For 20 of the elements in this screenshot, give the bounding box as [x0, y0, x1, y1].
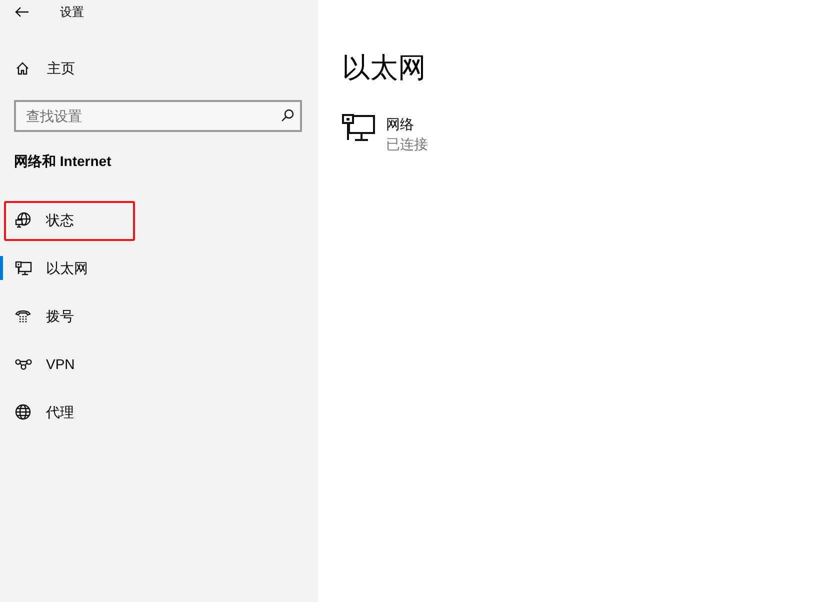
nav-item[interactable]: 以太网	[0, 244, 318, 292]
network-item[interactable]: 网络 已连接	[342, 114, 428, 154]
page-title: 以太网	[342, 51, 427, 85]
search-field[interactable]: 查找设置	[14, 100, 302, 132]
globe-monitor-icon	[15, 212, 31, 228]
ethernet-monitor-icon	[14, 260, 32, 276]
search-icon	[281, 109, 294, 122]
section-title: 网络和 Internet	[14, 152, 112, 170]
dial-up-phone-icon	[15, 309, 31, 323]
ethernet-monitor-icon	[342, 114, 376, 142]
nav-item[interactable]: VPN	[0, 340, 318, 388]
home-icon	[16, 62, 29, 74]
globe-icon	[15, 404, 31, 420]
nav-item[interactable]: 代理	[0, 388, 318, 436]
back-arrow-icon	[15, 7, 29, 17]
home-link[interactable]: 主页	[0, 44, 318, 92]
nav-item[interactable]: 状态	[0, 196, 318, 244]
nav-item[interactable]: 拨号	[0, 292, 318, 340]
window-title: 设置	[60, 4, 84, 20]
vpn-chain-icon	[14, 358, 32, 370]
